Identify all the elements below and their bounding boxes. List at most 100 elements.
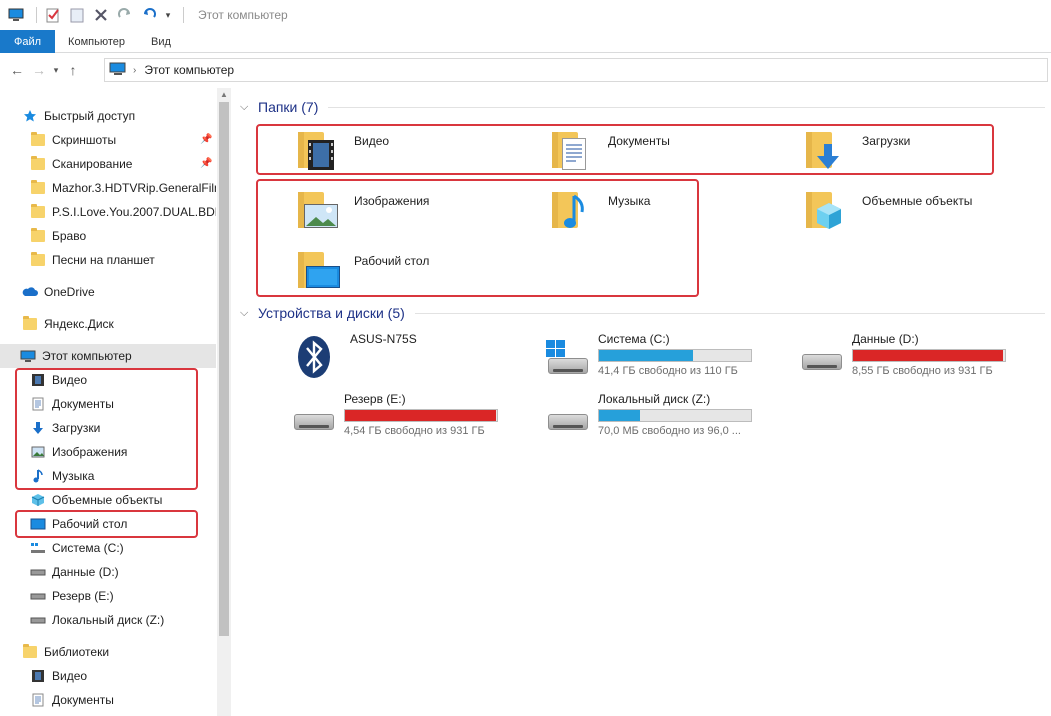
nav-pc-music[interactable]: Музыка bbox=[30, 464, 231, 488]
folder-tile-documents[interactable]: Документы bbox=[550, 126, 790, 182]
folder-tile-downloads[interactable]: Загрузки bbox=[804, 126, 1044, 182]
computer-icon bbox=[6, 5, 26, 25]
drive-usage-bar bbox=[344, 409, 498, 422]
new-folder-icon[interactable] bbox=[67, 5, 87, 25]
folder-icon bbox=[30, 228, 46, 244]
recent-locations-button[interactable]: ▾ bbox=[50, 59, 62, 81]
up-button[interactable]: ↑ bbox=[62, 59, 84, 81]
hard-drive-icon bbox=[290, 392, 338, 440]
nav-pc-video[interactable]: Видео bbox=[30, 368, 231, 392]
chevron-down-icon[interactable]: ⌵ bbox=[240, 101, 252, 114]
drive-tile-e[interactable]: Резерв (E:) 4,54 ГБ свободно из 931 ГБ bbox=[290, 392, 560, 448]
nav-pc-drive-z[interactable]: Локальный диск (Z:) bbox=[30, 608, 231, 632]
windows-drive-icon bbox=[544, 332, 592, 380]
scroll-thumb[interactable] bbox=[219, 102, 229, 636]
pin-icon[interactable]: 📌 bbox=[200, 134, 212, 145]
nav-pc-drive-e[interactable]: Резерв (E:) bbox=[30, 584, 231, 608]
drive-tile-d[interactable]: Данные (D:) 8,55 ГБ свободно из 931 ГБ bbox=[798, 332, 1051, 388]
undo-icon[interactable] bbox=[139, 5, 159, 25]
drive-usage-bar bbox=[598, 349, 752, 362]
hard-drive-icon bbox=[30, 564, 46, 580]
folder-sync-icon bbox=[30, 132, 46, 148]
library-icon bbox=[22, 644, 38, 660]
folder-tile-music[interactable]: Музыка bbox=[550, 186, 790, 242]
content-pane: ⌵ Папки (7) Видео Документы Загрузки Изо… bbox=[240, 88, 1051, 716]
delete-icon[interactable] bbox=[91, 5, 111, 25]
address-row: ← → ▾ ↑ › Этот компьютер bbox=[0, 56, 1051, 84]
pictures-folder-icon bbox=[296, 186, 344, 234]
nav-pc-desktop[interactable]: Рабочий стол bbox=[30, 512, 231, 536]
hard-drive-icon bbox=[798, 332, 846, 380]
hard-drive-icon bbox=[30, 612, 46, 628]
nav-yandex-disk[interactable]: Яндекс.Диск bbox=[22, 312, 231, 336]
nav-pc-pictures[interactable]: Изображения bbox=[30, 440, 231, 464]
folder-tile-pictures[interactable]: Изображения bbox=[296, 186, 536, 242]
nav-lib-documents[interactable]: Документы bbox=[30, 688, 231, 712]
music-note-icon bbox=[30, 468, 46, 484]
cube-icon bbox=[30, 492, 46, 508]
drive-tile-z[interactable]: Локальный диск (Z:) 70,0 МБ свободно из … bbox=[544, 392, 814, 448]
nav-scrollbar[interactable]: ▲ bbox=[217, 88, 231, 716]
breadcrumb-this-pc[interactable]: Этот компьютер bbox=[144, 63, 234, 77]
film-icon bbox=[30, 372, 46, 388]
film-icon bbox=[30, 668, 46, 684]
window-title: Этот компьютер bbox=[198, 8, 288, 22]
navigation-pane: Быстрый доступ Скриншоты 📌 Сканирование … bbox=[0, 96, 231, 716]
drive-usage-bar bbox=[852, 349, 1006, 362]
back-button[interactable]: ← bbox=[6, 59, 28, 81]
video-folder-icon bbox=[296, 126, 344, 174]
tab-file[interactable]: Файл bbox=[0, 30, 56, 53]
cloud-icon bbox=[22, 284, 38, 300]
nav-quick-item[interactable]: Браво bbox=[30, 224, 231, 248]
computer-icon bbox=[20, 348, 36, 364]
drive-tile-c[interactable]: Система (C:) 41,4 ГБ свободно из 110 ГБ bbox=[544, 332, 814, 388]
bluetooth-icon bbox=[296, 332, 344, 380]
nav-pc-drive-d[interactable]: Данные (D:) bbox=[30, 560, 231, 584]
group-folders-header[interactable]: ⌵ Папки (7) bbox=[240, 96, 1051, 118]
documents-folder-icon bbox=[550, 126, 598, 174]
nav-this-pc[interactable]: Этот компьютер bbox=[0, 344, 216, 368]
redo-icon[interactable] bbox=[115, 5, 135, 25]
nav-lib-video[interactable]: Видео bbox=[30, 664, 231, 688]
ribbon-tabs: Файл Компьютер Вид bbox=[0, 30, 1051, 53]
3d-objects-folder-icon bbox=[804, 186, 852, 234]
nav-pc-drive-c[interactable]: Система (C:) bbox=[30, 536, 231, 560]
hard-drive-icon bbox=[544, 392, 592, 440]
nav-quick-item[interactable]: Mazhor.3.HDTVRip.GeneralFilm bbox=[30, 176, 216, 200]
windows-drive-icon bbox=[30, 540, 46, 556]
downloads-folder-icon bbox=[804, 126, 852, 174]
title-bar: ▾ Этот компьютер bbox=[0, 0, 1051, 30]
nav-quick-item[interactable]: P.S.I.Love.You.2007.DUAL.BDRip bbox=[30, 200, 216, 224]
tab-view[interactable]: Вид bbox=[138, 30, 184, 53]
desktop-folder-icon bbox=[296, 246, 344, 294]
scroll-up-icon[interactable]: ▲ bbox=[220, 90, 228, 99]
nav-quick-access[interactable]: Быстрый доступ bbox=[22, 104, 231, 128]
properties-icon[interactable] bbox=[43, 5, 63, 25]
chevron-down-icon[interactable]: ⌵ bbox=[240, 307, 252, 320]
nav-pc-3d-objects[interactable]: Объемные объекты bbox=[30, 488, 231, 512]
folder-icon bbox=[30, 180, 46, 196]
nav-pc-downloads[interactable]: Загрузки bbox=[30, 416, 231, 440]
hard-drive-icon bbox=[30, 588, 46, 604]
document-icon bbox=[30, 396, 46, 412]
address-bar[interactable]: › Этот компьютер bbox=[104, 58, 1048, 82]
star-icon bbox=[22, 108, 38, 124]
folder-tile-3d-objects[interactable]: Объемные объекты bbox=[804, 186, 1044, 242]
nav-pc-documents[interactable]: Документы bbox=[30, 392, 231, 416]
folder-tile-video[interactable]: Видео bbox=[296, 126, 536, 182]
nav-quick-item[interactable]: Песни на планшет bbox=[30, 248, 231, 272]
forward-button[interactable]: → bbox=[28, 59, 50, 81]
tab-computer[interactable]: Компьютер bbox=[55, 30, 138, 53]
folder-icon bbox=[30, 204, 46, 220]
drive-usage-bar bbox=[598, 409, 752, 422]
bluetooth-device-tile[interactable]: ASUS-N75S bbox=[296, 332, 566, 388]
breadcrumb-chevron-icon[interactable]: › bbox=[133, 65, 136, 76]
nav-onedrive[interactable]: OneDrive bbox=[22, 280, 231, 304]
nav-libraries[interactable]: Библиотеки bbox=[22, 640, 231, 664]
folder-tile-desktop[interactable]: Рабочий стол bbox=[296, 246, 536, 302]
pin-icon[interactable]: 📌 bbox=[200, 158, 212, 169]
customize-toolbar-icon[interactable]: ▾ bbox=[163, 5, 173, 25]
desktop-icon bbox=[30, 516, 46, 532]
music-folder-icon bbox=[550, 186, 598, 234]
group-devices-header[interactable]: ⌵ Устройства и диски (5) bbox=[240, 302, 1051, 324]
